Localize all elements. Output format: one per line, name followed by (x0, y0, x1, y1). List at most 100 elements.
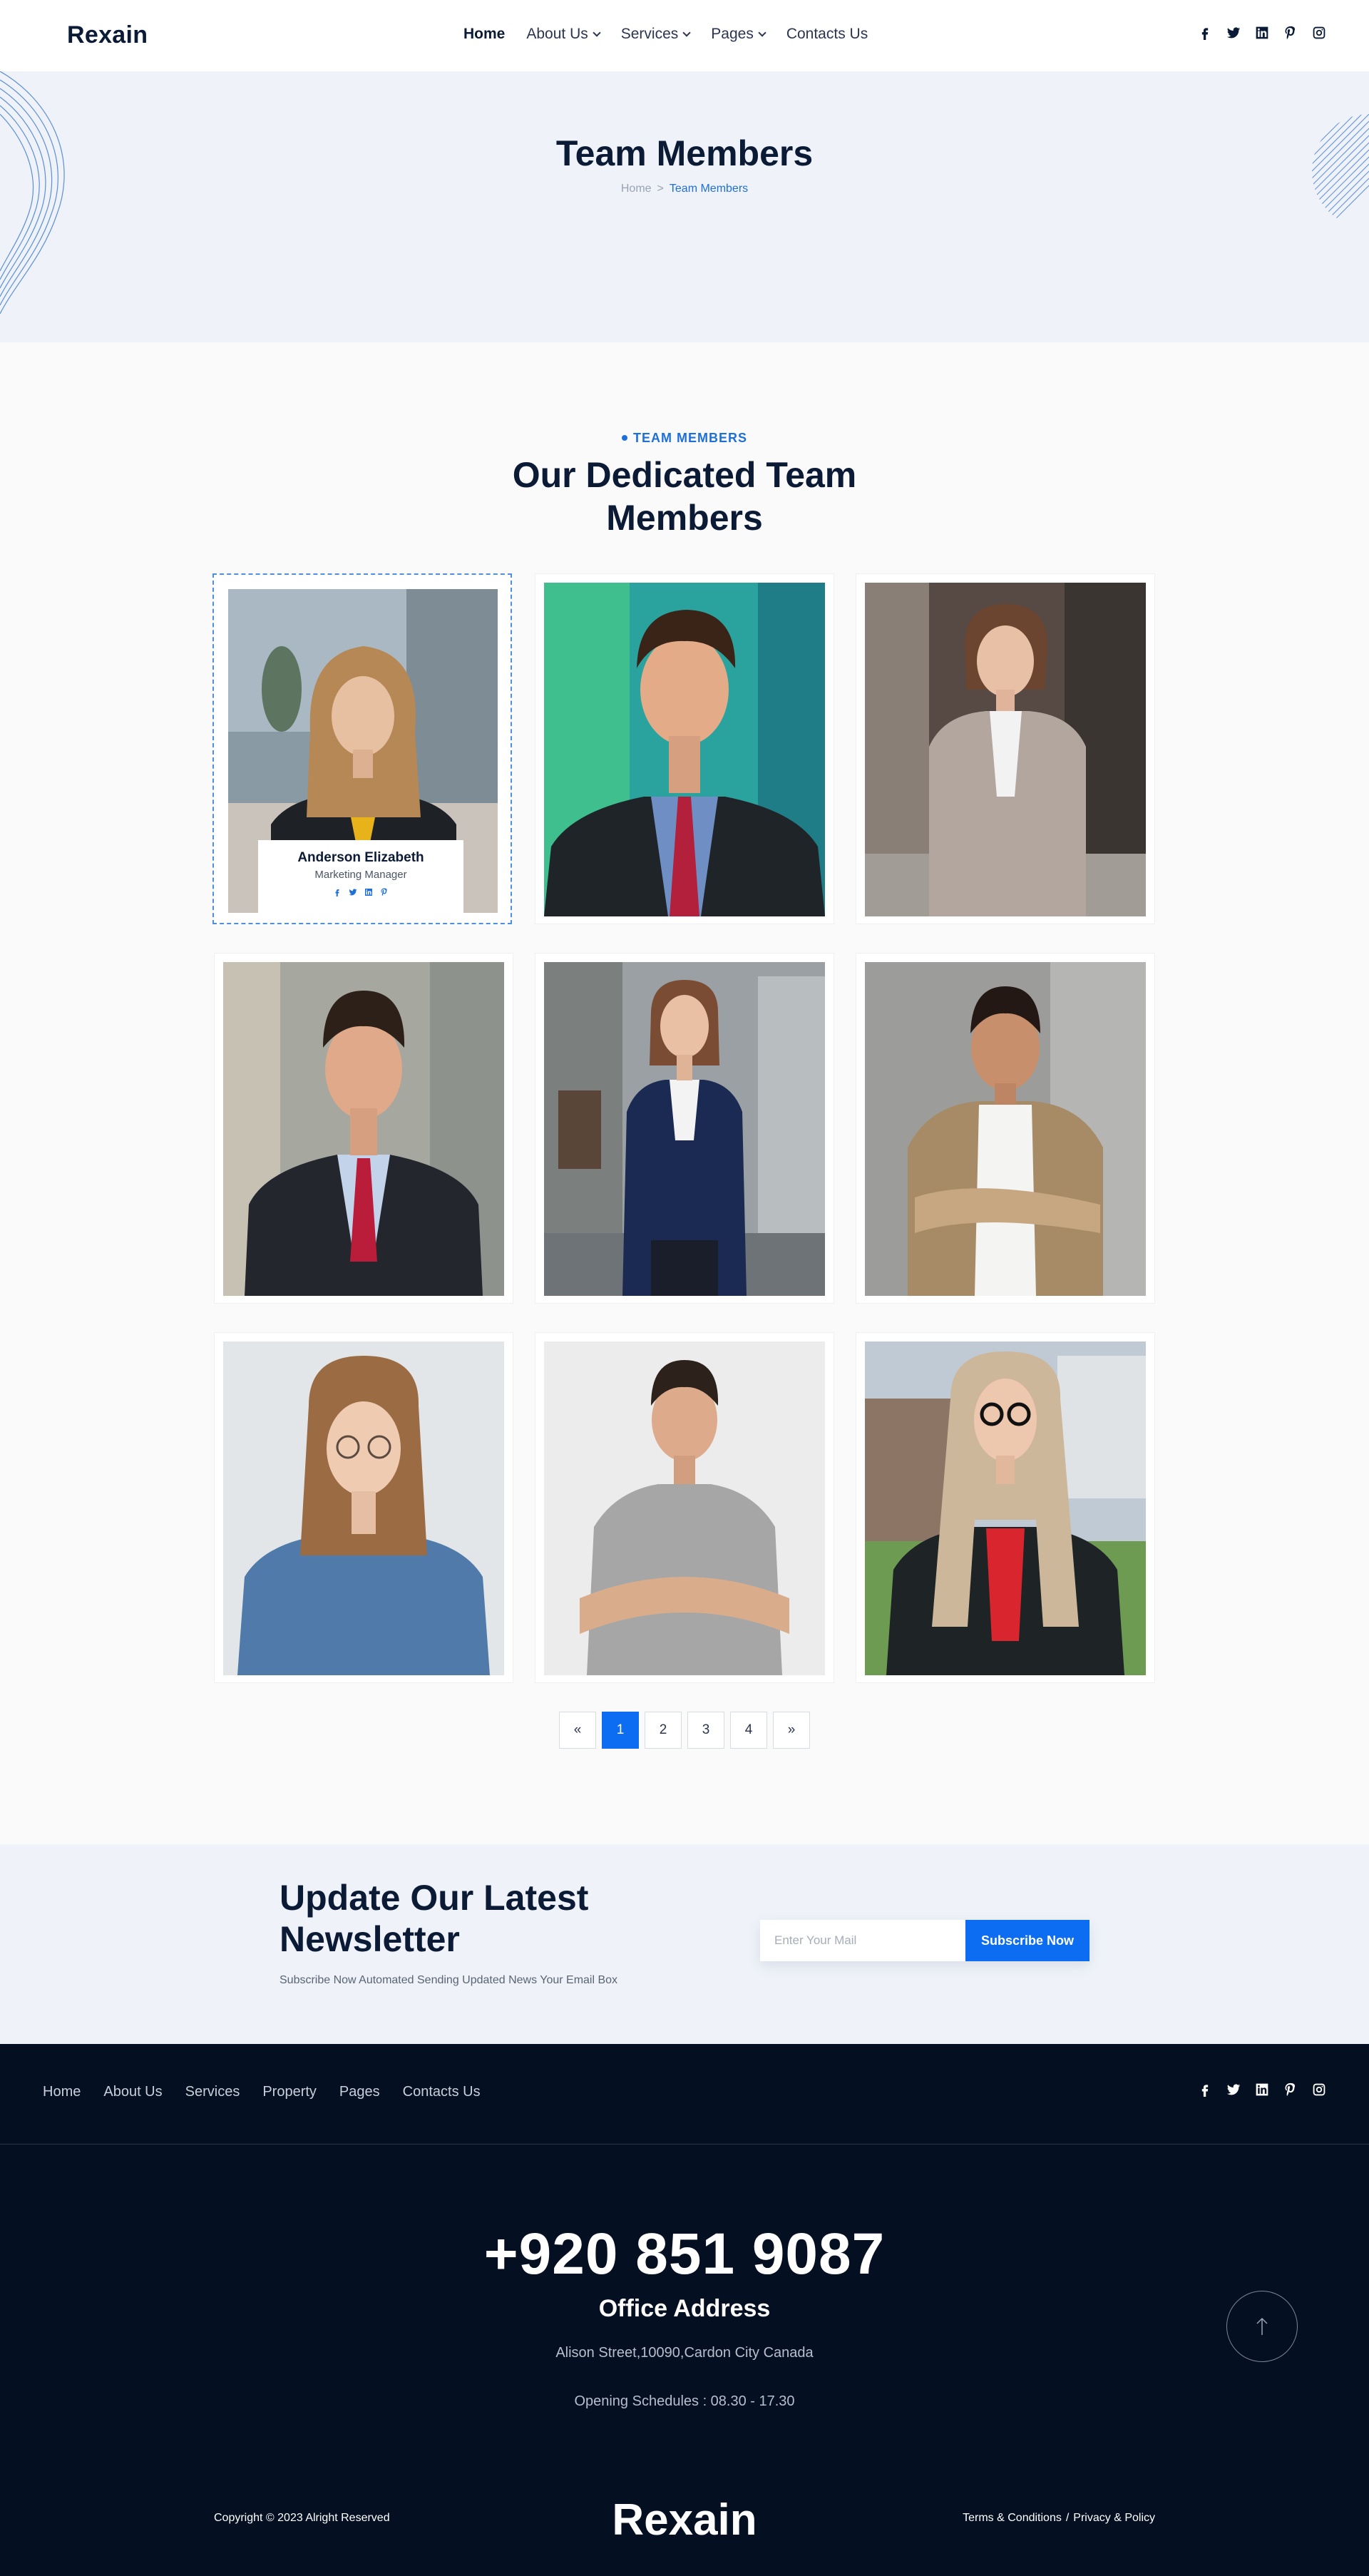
newsletter-section: Update Our Latest Newsletter Subscribe N… (0, 1844, 1369, 2044)
team-card[interactable] (856, 953, 1155, 1304)
chevron-down-icon (758, 28, 766, 37)
team-card[interactable] (214, 953, 513, 1304)
eyebrow-text: TEAM MEMBERS (633, 431, 747, 445)
team-member-photo (544, 962, 825, 1296)
facebook-icon[interactable] (333, 888, 342, 896)
newsletter-email-input[interactable] (760, 1920, 965, 1961)
nav-home-label: Home (463, 26, 506, 42)
bullet-dot-icon (622, 434, 627, 441)
chevron-down-icon (593, 28, 601, 37)
facebook-icon[interactable] (1198, 2082, 1212, 2097)
double-chevron-left-icon: « (573, 1722, 582, 1737)
footer-social-links (1198, 2082, 1326, 2097)
privacy-link[interactable]: Privacy & Policy (1073, 2512, 1155, 2525)
team-section: TEAM MEMBERS Our Dedicated Team Members … (0, 342, 1369, 1844)
team-member-photo (223, 1341, 504, 1675)
decorative-wave-left (0, 71, 65, 315)
nav-pages-label: Pages (711, 26, 754, 42)
twitter-icon[interactable] (1226, 26, 1241, 40)
pagination: « 1 2 3 4 » (559, 1712, 810, 1749)
footer-nav-pages[interactable]: Pages (339, 2084, 380, 2100)
team-member-name[interactable]: Anderson Elizabeth (258, 850, 463, 866)
pagination-page-3[interactable]: 3 (687, 1712, 724, 1749)
header-social-links (1198, 26, 1326, 40)
instagram-icon[interactable] (1312, 26, 1326, 40)
team-member-photo (865, 1341, 1146, 1675)
linkedin-icon[interactable] (1255, 2082, 1269, 2097)
team-card[interactable] (535, 953, 834, 1304)
team-card[interactable] (856, 1332, 1155, 1683)
office-address-title: Office Address (598, 2295, 771, 2322)
team-member-social (258, 888, 463, 896)
twitter-icon[interactable] (349, 888, 357, 896)
main-nav: Home About Us Services Pages Contacts Us (463, 26, 868, 43)
team-card[interactable] (214, 1332, 513, 1683)
back-to-top-button[interactable] (1226, 2291, 1298, 2362)
pagination-page-1[interactable]: 1 (602, 1712, 639, 1749)
footer-nav-about-us[interactable]: About Us (103, 2084, 162, 2100)
newsletter-title: Update Our Latest Newsletter (280, 1878, 589, 1959)
linkedin-icon[interactable] (1255, 26, 1269, 40)
nav-about-label: About Us (526, 26, 588, 42)
terms-link[interactable]: Terms & Conditions (963, 2512, 1062, 2525)
team-card[interactable] (856, 573, 1155, 924)
arrow-up-icon (1256, 2317, 1268, 2335)
pagination-prev-button[interactable]: « (559, 1712, 596, 1749)
footer-nav-property[interactable]: Property (262, 2084, 317, 2100)
breadcrumb-home[interactable]: Home (621, 183, 652, 195)
page-hero: Team Members Home > Team Members (0, 71, 1369, 342)
team-member-photo (544, 1341, 825, 1675)
nav-contacts-label: Contacts Us (786, 26, 868, 42)
nav-about-us[interactable]: About Us (526, 26, 601, 43)
page-title: Team Members (555, 133, 814, 173)
footer-divider (0, 2144, 1369, 2145)
chevron-down-icon (682, 28, 691, 37)
team-card[interactable] (535, 573, 834, 924)
nav-home[interactable]: Home (463, 26, 505, 43)
footer-nav: Home About Us Services Property Pages Co… (43, 2084, 481, 2100)
pagination-next-button[interactable]: » (773, 1712, 810, 1749)
team-card[interactable] (535, 1332, 834, 1683)
pinterest-icon[interactable] (380, 888, 389, 896)
footer-logo[interactable]: Rexain (0, 2495, 1369, 2545)
pagination-page-4[interactable]: 4 (730, 1712, 767, 1749)
pinterest-icon[interactable] (1283, 2082, 1298, 2097)
pinterest-icon[interactable] (1283, 26, 1298, 40)
newsletter-form: Subscribe Now (760, 1920, 1089, 1961)
breadcrumb: Home > Team Members (0, 183, 1369, 195)
breadcrumb-current: Team Members (669, 183, 749, 195)
team-member-photo (223, 962, 504, 1296)
opening-hours: Opening Schedules : 08.30 - 17.30 (574, 2393, 795, 2409)
team-member-photo (865, 962, 1146, 1296)
nav-pages[interactable]: Pages (711, 26, 766, 43)
footer-nav-home[interactable]: Home (43, 2084, 81, 2100)
twitter-icon[interactable] (1226, 2082, 1241, 2097)
section-eyebrow: TEAM MEMBERS (0, 431, 1369, 446)
nav-services-label: Services (620, 26, 679, 42)
office-address: Alison Street,10090,Cardon City Canada (555, 2345, 814, 2361)
team-member-role: Marketing Manager (314, 869, 407, 881)
team-member-photo (544, 583, 825, 916)
team-member-info: Anderson Elizabeth Marketing Manager (258, 840, 463, 914)
legal-separator: / (1065, 2512, 1070, 2524)
section-heading: Our Dedicated Team Members (512, 455, 857, 538)
instagram-icon[interactable] (1312, 2082, 1326, 2097)
breadcrumb-separator: > (657, 183, 664, 195)
team-member-photo (865, 583, 1146, 916)
legal-links: Terms & Conditions / Privacy & Policy (963, 2512, 1155, 2525)
team-card[interactable]: Anderson Elizabeth Marketing Manager (212, 573, 512, 924)
facebook-icon[interactable] (1198, 26, 1212, 40)
site-logo[interactable]: Rexain (67, 21, 148, 49)
linkedin-icon[interactable] (364, 888, 373, 896)
subscribe-button[interactable]: Subscribe Now (965, 1920, 1089, 1961)
newsletter-subtitle: Subscribe Now Automated Sending Updated … (280, 1974, 618, 1986)
nav-contacts-us[interactable]: Contacts Us (786, 26, 868, 43)
contact-phone[interactable]: +920 851 9087 (0, 2221, 1369, 2288)
nav-services[interactable]: Services (620, 26, 691, 43)
footer-nav-contacts-us[interactable]: Contacts Us (403, 2084, 481, 2100)
pagination-page-2[interactable]: 2 (645, 1712, 682, 1749)
footer-nav-services[interactable]: Services (185, 2084, 240, 2100)
site-header: Rexain Home About Us Services Pages Cont… (0, 0, 1369, 71)
site-footer: Home About Us Services Property Pages Co… (0, 2044, 1369, 2576)
double-chevron-right-icon: » (787, 1722, 796, 1737)
